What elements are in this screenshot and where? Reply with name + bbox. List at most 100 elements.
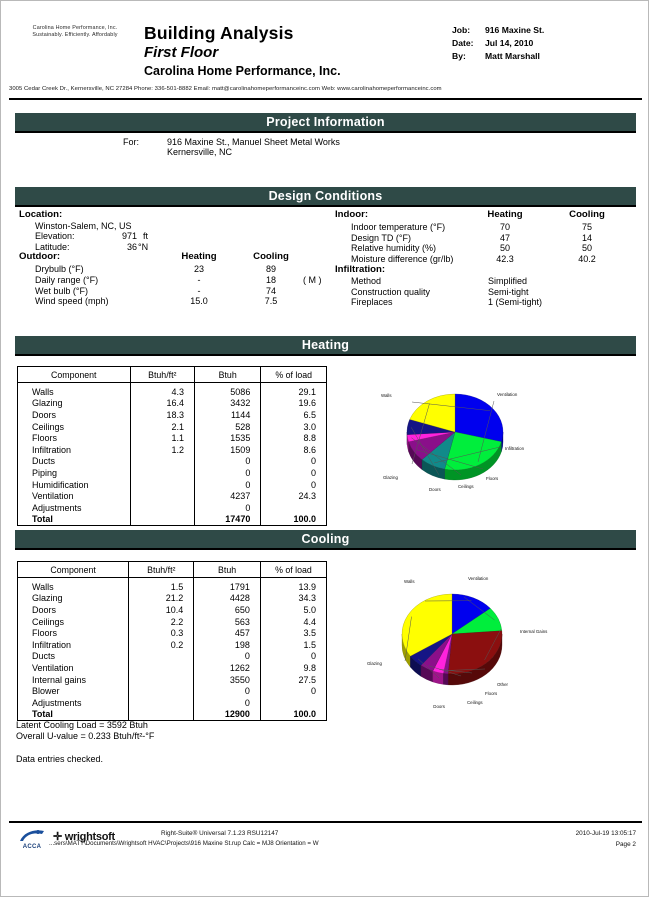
pie-slice-label: Doors <box>433 704 446 709</box>
table-row: Glazing 16.4 3432 19.6 <box>17 397 327 410</box>
cell-pct: 6.5 <box>260 409 327 421</box>
elevation-value: 971 <box>121 231 137 242</box>
cell-pct: 3.5 <box>259 627 328 639</box>
pie-slice-label: Doors <box>429 487 442 492</box>
dc-row-label: Moisture difference (gr/lb) <box>351 253 454 264</box>
project-information-banner: Project Information <box>15 113 636 131</box>
infiltration-label: Fireplaces <box>351 297 393 308</box>
design-conditions-right: Indoor: Heating Cooling Indoor temperatu… <box>335 209 641 308</box>
table-total-row: Total 17470 100.0 <box>17 513 327 527</box>
cell-btuh: 3432 <box>194 397 262 410</box>
cooling-col-component: Component <box>16 561 130 578</box>
cell-pct: 19.6 <box>260 397 327 410</box>
dc-row-heating: 50 <box>499 243 510 254</box>
table-row: Adjustments 0 <box>17 501 327 514</box>
dc-row-label: Daily range (°F) <box>35 274 99 285</box>
cell-component: Doors <box>16 604 130 616</box>
pie-slice-label: Infiltration <box>505 446 525 451</box>
cell-btuh: 0 <box>193 696 261 709</box>
outdoor-col-cooling: Cooling <box>253 251 289 263</box>
cell-pct: 0 <box>259 650 328 663</box>
cell-pct: 1.5 <box>259 638 328 651</box>
pie-slice-label: Walls <box>381 393 392 398</box>
design-condition-row: Wind speed (mph) 15.0 7.5 <box>19 296 329 307</box>
project-information-rule <box>15 131 636 133</box>
latitude-unit: °N <box>138 241 149 252</box>
pie-slice-label: Ceilings <box>467 700 483 705</box>
dc-row-cooling: 50 <box>581 243 592 254</box>
cell-total-btuh: 12900 <box>193 708 261 722</box>
infiltration-row: Construction quality Semi-tight <box>335 287 641 298</box>
infiltration-value: Simplified <box>488 275 528 286</box>
design-conditions-rule <box>15 205 636 207</box>
cooling-header-row: Component Btuh/ft² Btuh % of load <box>16 561 328 578</box>
job-info-block: Job: 916 Maxine St. Date: Jul 14, 2010 By:… <box>452 24 544 63</box>
data-entries-note: Data entries checked. <box>16 754 104 764</box>
project-for-line-1: 916 Maxine St., Manuel Sheet Metal Works <box>167 137 340 147</box>
table-row: Doors 18.3 1144 6.5 <box>17 409 327 421</box>
acca-logo: ACCA <box>15 828 49 854</box>
table-row: Ceilings 2.2 563 4.4 <box>16 615 328 628</box>
dc-row-label: Indoor temperature (°F) <box>351 222 446 232</box>
cell-component: Infiltration <box>17 443 131 456</box>
outdoor-heading-row: Outdoor: Heating Cooling <box>19 252 329 264</box>
heating-header-row: Component Btuh/ft² Btuh % of load <box>17 366 327 383</box>
cell-component: Doors <box>17 409 131 421</box>
heating-banner: Heating <box>15 336 636 354</box>
infiltration-heading: Infiltration: <box>335 264 386 276</box>
cell-btuh-sf <box>128 662 195 674</box>
cell-pct: 8.8 <box>260 432 327 444</box>
infiltration-rows: Method Simplified Construction quality Semi… <box>335 276 641 308</box>
cell-component: Ventilation <box>17 490 131 502</box>
cell-btuh: 198 <box>193 638 261 651</box>
cell-btuh: 5086 <box>194 381 262 398</box>
table-row: Walls 4.3 5086 29.1 <box>17 381 327 398</box>
dc-row-cooling: 7.5 <box>264 296 278 307</box>
latent-cooling-note: Latent Cooling Load = 3592 Btuh <box>16 720 148 730</box>
infiltration-label: Method <box>351 275 382 286</box>
logo-line-1: Carolina Home Performance, Inc. <box>32 25 118 31</box>
cooling-col-btuh: Btuh <box>193 561 261 578</box>
table-row: Ducts 0 0 <box>16 650 328 663</box>
latitude-value: 36 <box>126 241 137 252</box>
cooling-table-body: Walls 1.5 1791 13.9 Glazing 21.2 4428 34.3 Doors… <box>16 576 328 722</box>
table-row: Blower 0 0 <box>16 685 328 697</box>
outdoor-rows: Drybulb (°F) 23 89 Daily range (°F) - 18 ( M )… <box>19 264 329 306</box>
pie-slice-label: Floors <box>486 476 499 481</box>
heating-col-btuh-sf: Btuh/ft² <box>129 366 196 383</box>
cell-component: Adjustments <box>17 501 131 514</box>
acca-label: ACCA <box>22 844 42 850</box>
location-elevation-row: Elevation: 971 ft <box>19 231 329 242</box>
design-condition-row: Daily range (°F) - 18 ( M ) <box>19 275 329 286</box>
outdoor-heading: Outdoor: <box>19 251 61 263</box>
dc-row-heating: 70 <box>499 222 510 232</box>
heating-table-body: Walls 4.3 5086 29.1 Glazing 16.4 3432 19.6 Doors… <box>17 381 327 527</box>
cell-btuh-sf <box>129 478 196 491</box>
location-city: Winston-Salem, NC, US <box>35 220 132 231</box>
pie-slice-label: Ceilings <box>458 484 474 489</box>
cell-pct: 4.4 <box>259 615 328 628</box>
heating-table-head: Component Btuh/ft² Btuh % of load <box>17 366 327 383</box>
table-row: Ventilation 1262 9.8 <box>16 662 328 674</box>
dc-row-cooling: 74 <box>265 285 276 296</box>
design-condition-row: Relative humidity (%) 50 50 <box>335 243 641 254</box>
outdoor-col-heating: Heating <box>181 251 217 263</box>
cell-component: Internal gains <box>16 673 130 686</box>
dc-row-label: Design TD (°F) <box>351 232 411 243</box>
cell-pct: 0 <box>260 478 327 491</box>
cell-pct: 9.8 <box>259 662 328 674</box>
company-name: Carolina Home Performance, Inc. <box>144 64 341 78</box>
cell-total-btuh: 17470 <box>194 513 262 527</box>
cell-btuh-sf: 18.3 <box>129 409 196 421</box>
cell-btuh-sf <box>129 455 196 468</box>
cell-btuh: 1144 <box>194 409 262 421</box>
cell-btuh-sf <box>128 673 195 686</box>
location-heading: Location: <box>19 209 63 220</box>
design-condition-row: Design TD (°F) 47 14 <box>335 233 641 244</box>
elevation-label: Elevation: <box>35 231 75 242</box>
indoor-rows: Indoor temperature (°F) 70 75 Design TD (°F… <box>335 222 641 264</box>
cell-btuh: 0 <box>193 685 261 697</box>
latitude-label: Latitude: <box>35 241 70 252</box>
cell-btuh-sf <box>128 650 195 663</box>
cell-component: Piping <box>17 467 131 479</box>
